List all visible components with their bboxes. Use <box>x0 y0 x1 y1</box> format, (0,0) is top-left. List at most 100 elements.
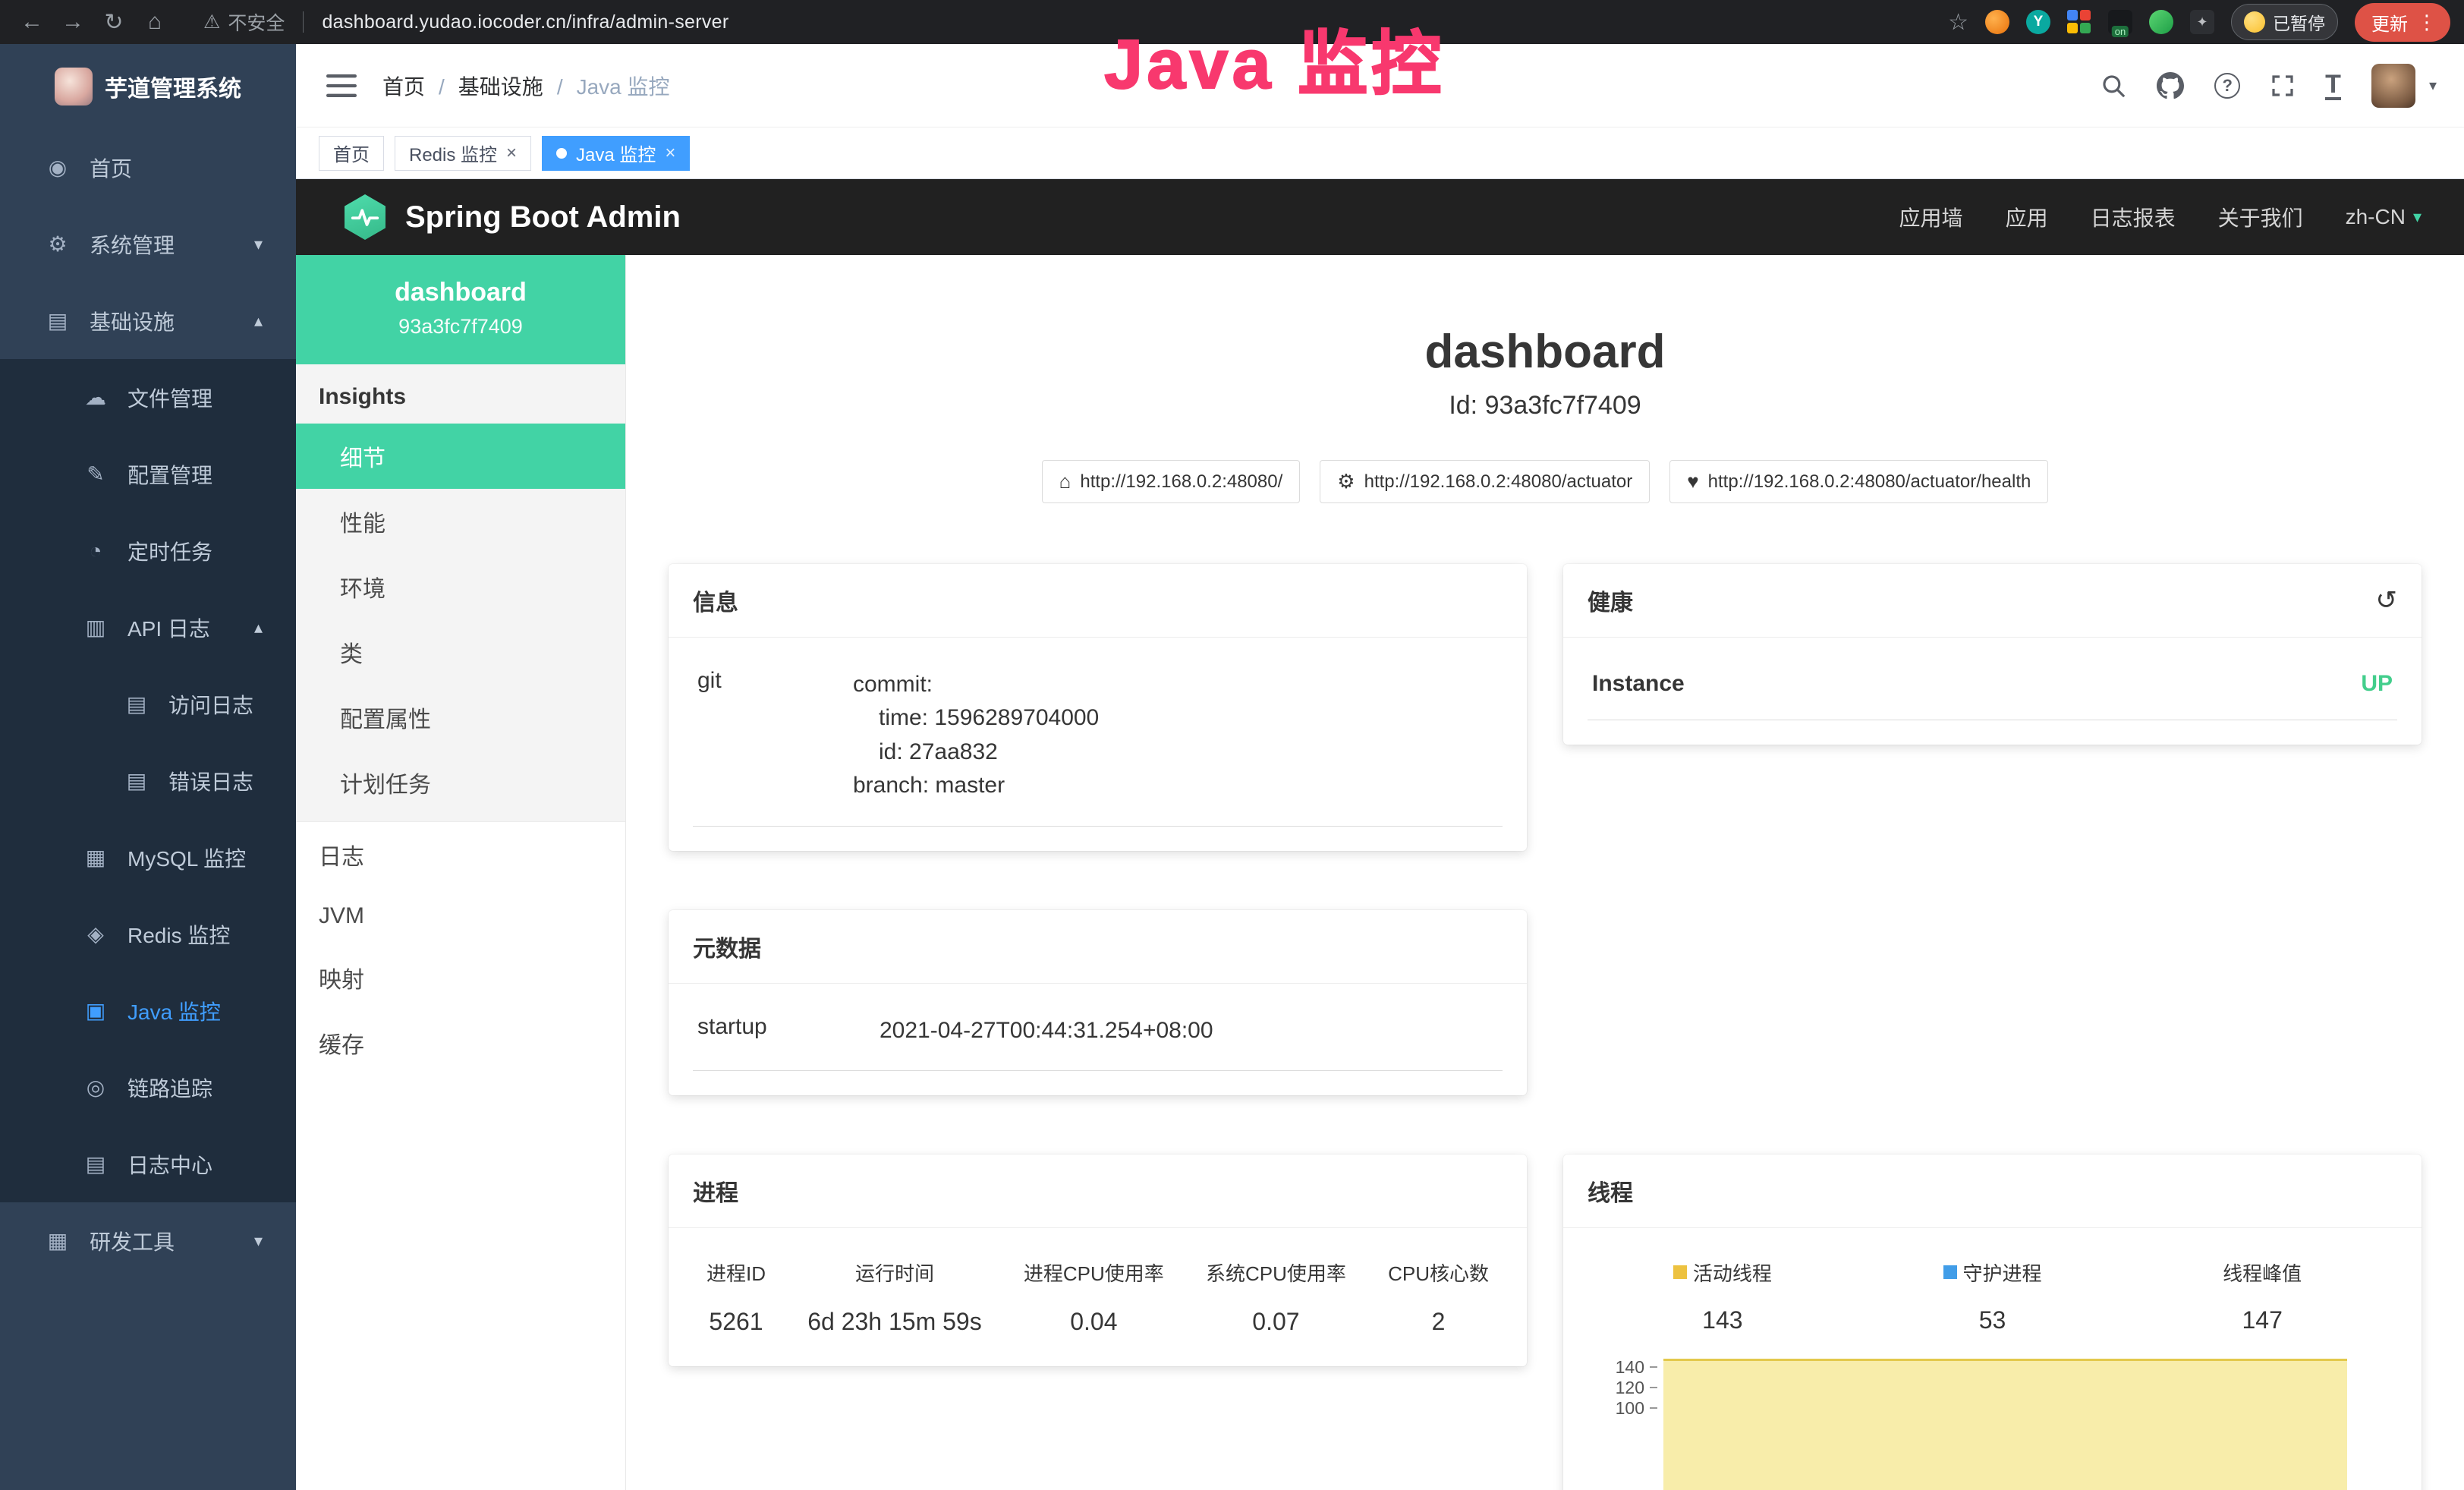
browser-home-icon[interactable]: ⌂ <box>137 4 173 40</box>
instance-header[interactable]: dashboard 93a3fc7f7409 <box>296 255 625 364</box>
info-card: 信息 git commit: time: 1596289704000 id: 2… <box>669 564 1527 851</box>
sidebar-item-log-center[interactable]: ▤ 日志中心 <box>0 1126 296 1202</box>
paused-label: 已暂停 <box>2273 9 2325 35</box>
column-header: 系统CPU使用率 <box>1206 1258 1346 1287</box>
sidebar-item-tracing[interactable]: ◎ 链路追踪 <box>0 1049 296 1126</box>
service-url-link[interactable]: ⌂ http://192.168.0.2:48080/ <box>1042 460 1301 503</box>
edit-icon: ✎ <box>80 461 111 487</box>
sidebar-item-scheduled-jobs[interactable]: ◔ 定时任务 <box>0 512 296 589</box>
sba-item-scheduled-tasks[interactable]: 计划任务 <box>296 750 625 815</box>
tag-label: 首页 <box>333 140 370 166</box>
sba-nav-about[interactable]: 关于我们 <box>2218 202 2303 232</box>
extension-icon-grid[interactable] <box>2067 10 2091 34</box>
sidebar-item-label: Redis 监控 <box>127 919 230 950</box>
actuator-url-link[interactable]: ⚙ http://192.168.0.2:48080/actuator <box>1320 460 1650 503</box>
extension-icon-teal-y[interactable] <box>2026 10 2050 34</box>
divider <box>303 11 304 33</box>
sba-nav-wallboard[interactable]: 应用墙 <box>1899 202 1963 232</box>
breadcrumb-current: Java 监控 <box>543 71 670 101</box>
sidebar-item-label: 基础设施 <box>90 306 175 336</box>
sidebar-item-dev-tools[interactable]: ▦ 研发工具 ▾ <box>0 1202 296 1279</box>
sidebar-item-mysql-monitor[interactable]: ▦ MySQL 监控 <box>0 819 296 896</box>
tag-java-monitor[interactable]: Java 监控 <box>542 136 690 171</box>
navbar-actions: T ▾ <box>2101 64 2437 108</box>
sba-brand-title[interactable]: Spring Boot Admin <box>405 200 681 235</box>
sidebar-item-system-mgmt[interactable]: ⚙ 系统管理 ▾ <box>0 206 296 282</box>
toolbox-icon: ▦ <box>42 1228 73 1253</box>
sidebar-item-config-mgmt[interactable]: ✎ 配置管理 <box>0 436 296 512</box>
sidebar-item-label: MySQL 监控 <box>127 843 246 873</box>
sidebar-item-file-mgmt[interactable]: ☁ 文件管理 <box>0 359 296 436</box>
tag-redis-monitor[interactable]: Redis 监控 <box>395 136 531 171</box>
avatar-caret-icon[interactable]: ▾ <box>2429 76 2437 95</box>
extension-icon-pinwheel[interactable] <box>2190 10 2214 34</box>
process-col-system-cpu: 系统CPU使用率 0.07 <box>1206 1258 1346 1336</box>
sba-item-loggers[interactable]: 日志 <box>296 822 625 887</box>
browser-menu-icon[interactable]: ⋮ <box>2417 11 2437 34</box>
sidebar-item-access-logs[interactable]: ▤ 访问日志 <box>0 666 296 742</box>
sidebar-item-home[interactable]: ◉ 首页 <box>0 129 296 206</box>
sidebar-item-api-logs[interactable]: ▥ API 日志 ▴ <box>0 589 296 666</box>
sidebar-item-label: Java 监控 <box>127 996 221 1026</box>
site-security[interactable]: ⚠ 不安全 <box>203 8 285 36</box>
back-icon[interactable]: ← <box>14 4 50 40</box>
sba-item-metrics[interactable]: 性能 <box>296 489 625 554</box>
sba-item-environment[interactable]: 环境 <box>296 554 625 619</box>
info-row-label: git <box>697 668 853 694</box>
metadata-row-value: 2021-04-27T00:44:31.254+08:00 <box>880 1014 1498 1047</box>
sba-item-details[interactable]: 细节 <box>296 424 625 489</box>
sba-item-beans[interactable]: 类 <box>296 619 625 685</box>
app-logo[interactable]: 芋道管理系统 <box>0 44 296 129</box>
chevron-down-icon: ▾ <box>254 1231 263 1251</box>
help-icon[interactable] <box>2214 73 2240 99</box>
health-card-body: Instance UP <box>1563 638 2422 745</box>
user-avatar[interactable] <box>2371 64 2415 108</box>
sidebar-item-label: 定时任务 <box>127 536 212 566</box>
sidebar-item-java-monitor[interactable]: ▣ Java 监控 <box>0 972 296 1049</box>
sidebar-item-redis-monitor[interactable]: ◈ Redis 监控 <box>0 896 296 972</box>
breadcrumb-home[interactable]: 首页 <box>382 71 425 101</box>
dashboard-icon: ◉ <box>42 155 73 180</box>
github-icon[interactable] <box>2157 72 2184 99</box>
sba-item-config-props[interactable]: 配置属性 <box>296 685 625 750</box>
tag-label: Redis 监控 <box>409 140 497 166</box>
profile-paused-badge[interactable]: 已暂停 <box>2231 4 2338 40</box>
y-tick: 100 <box>1588 1398 1657 1419</box>
chrome-update-button[interactable]: 更新 ⋮ <box>2355 3 2450 42</box>
active-threads-area-series <box>1663 1359 2347 1490</box>
sba-header: Spring Boot Admin 应用墙 应用 日志报表 关于我们 zh-CN… <box>296 179 2464 255</box>
hamburger-icon[interactable] <box>326 73 357 99</box>
font-size-icon[interactable]: T <box>2325 71 2341 100</box>
breadcrumb-infrastructure[interactable]: 基础设施 <box>425 71 543 101</box>
threads-card-header: 线程 <box>1563 1155 2422 1228</box>
sba-nav-journal[interactable]: 日志报表 <box>2091 202 2176 232</box>
sba-item-jvm[interactable]: JVM <box>296 887 625 945</box>
sba-logo-icon <box>345 194 385 240</box>
search-icon[interactable] <box>2101 73 2126 99</box>
tag-home[interactable]: 首页 <box>319 136 384 171</box>
link-label: http://192.168.0.2:48080/ <box>1080 471 1282 493</box>
bookmark-star-icon[interactable]: ☆ <box>1948 9 1968 36</box>
legend-value: 53 <box>1858 1306 2128 1334</box>
forward-icon[interactable]: → <box>55 4 91 40</box>
sba-item-mappings[interactable]: 映射 <box>296 945 625 1010</box>
health-card-title: 健康 <box>1588 584 1633 617</box>
reload-icon[interactable]: ↻ <box>96 4 132 40</box>
sba-item-caches[interactable]: 缓存 <box>296 1010 625 1076</box>
extension-icon-dark[interactable]: on <box>2108 10 2132 34</box>
gear-icon: ⚙ <box>42 232 73 257</box>
locale-selector[interactable]: zh-CN ▾ <box>2346 205 2422 229</box>
fullscreen-icon[interactable] <box>2270 74 2295 98</box>
git-time-line: time: 1596289704000 <box>853 701 1498 735</box>
sba-nav-applications[interactable]: 应用 <box>2006 202 2048 232</box>
close-tab-icon[interactable] <box>665 144 675 162</box>
extension-icon-orange[interactable] <box>1985 10 2009 34</box>
history-icon[interactable]: ↺ <box>2376 585 2398 616</box>
extension-icon-green[interactable] <box>2149 10 2173 34</box>
legend-value: 143 <box>1588 1306 1858 1334</box>
sidebar-item-infrastructure[interactable]: ▤ 基础设施 ▴ <box>0 282 296 359</box>
health-url-link[interactable]: ♥ http://192.168.0.2:48080/actuator/heal… <box>1669 460 2048 503</box>
sidebar-item-error-logs[interactable]: ▤ 错误日志 <box>0 742 296 819</box>
close-tab-icon[interactable] <box>506 144 517 162</box>
url-bar[interactable]: dashboard.yudao.iocoder.cn/infra/admin-s… <box>322 11 729 33</box>
